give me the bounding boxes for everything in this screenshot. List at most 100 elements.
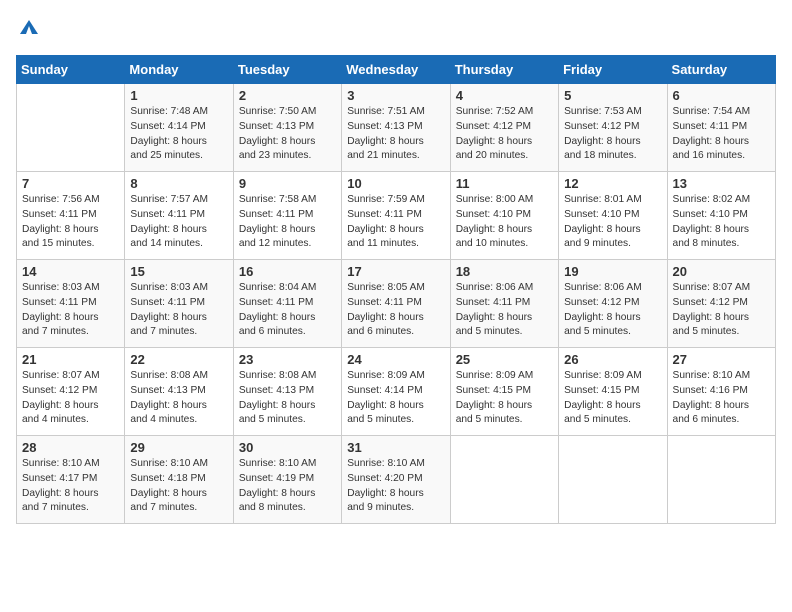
day-info: Sunrise: 7:56 AM Sunset: 4:11 PM Dayligh… bbox=[22, 193, 119, 252]
day-cell: 13 Sunrise: 8:02 AM Sunset: 4:10 PM Dayli… bbox=[667, 172, 775, 260]
day-number: 13 bbox=[673, 176, 770, 191]
day-cell: 22 Sunrise: 8:08 AM Sunset: 4:13 PM Dayli… bbox=[125, 348, 233, 436]
col-header-wednesday: Wednesday bbox=[342, 56, 450, 84]
day-info: Sunrise: 8:08 AM Sunset: 4:13 PM Dayligh… bbox=[239, 369, 336, 428]
day-number: 31 bbox=[347, 440, 444, 455]
day-cell: 30 Sunrise: 8:10 AM Sunset: 4:19 PM Dayli… bbox=[233, 436, 341, 524]
day-info: Sunrise: 8:10 AM Sunset: 4:19 PM Dayligh… bbox=[239, 457, 336, 516]
logo-icon bbox=[18, 16, 40, 38]
day-cell: 18Sunrise: 8:06 AM Sunset: 4:11 PM Dayli… bbox=[450, 260, 558, 348]
day-info: Sunrise: 7:51 AM Sunset: 4:13 PM Dayligh… bbox=[347, 105, 444, 164]
day-cell: 24 Sunrise: 8:09 AM Sunset: 4:14 PM Dayli… bbox=[342, 348, 450, 436]
day-cell: 10 Sunrise: 7:59 AM Sunset: 4:11 PM Dayli… bbox=[342, 172, 450, 260]
day-number: 27 bbox=[673, 352, 770, 367]
calendar-body: 1 Sunrise: 7:48 AM Sunset: 4:14 PM Daylig… bbox=[17, 84, 776, 524]
day-info: Sunrise: 8:01 AM Sunset: 4:10 PM Dayligh… bbox=[564, 193, 661, 252]
day-number: 15 bbox=[130, 264, 227, 279]
day-number: 20 bbox=[673, 264, 770, 279]
day-info: Sunrise: 8:06 AM Sunset: 4:12 PM Dayligh… bbox=[564, 281, 661, 340]
day-cell: 11 Sunrise: 8:00 AM Sunset: 4:10 PM Dayli… bbox=[450, 172, 558, 260]
day-info: Sunrise: 8:09 AM Sunset: 4:15 PM Dayligh… bbox=[564, 369, 661, 428]
day-number: 28 bbox=[22, 440, 119, 455]
col-header-thursday: Thursday bbox=[450, 56, 558, 84]
day-cell bbox=[667, 436, 775, 524]
day-cell: 3 Sunrise: 7:51 AM Sunset: 4:13 PM Daylig… bbox=[342, 84, 450, 172]
day-cell: 8Sunrise: 7:57 AM Sunset: 4:11 PM Daylig… bbox=[125, 172, 233, 260]
day-cell: 16Sunrise: 8:04 AM Sunset: 4:11 PM Dayli… bbox=[233, 260, 341, 348]
day-info: Sunrise: 8:06 AM Sunset: 4:11 PM Dayligh… bbox=[456, 281, 553, 340]
day-number: 22 bbox=[130, 352, 227, 367]
day-cell: 31 Sunrise: 8:10 AM Sunset: 4:20 PM Dayli… bbox=[342, 436, 450, 524]
day-cell: 5 Sunrise: 7:53 AM Sunset: 4:12 PM Daylig… bbox=[559, 84, 667, 172]
day-number: 19 bbox=[564, 264, 661, 279]
day-cell: 1 Sunrise: 7:48 AM Sunset: 4:14 PM Daylig… bbox=[125, 84, 233, 172]
day-number: 12 bbox=[564, 176, 661, 191]
day-number: 9 bbox=[239, 176, 336, 191]
calendar-header-row: SundayMondayTuesdayWednesdayThursdayFrid… bbox=[17, 56, 776, 84]
day-number: 11 bbox=[456, 176, 553, 191]
day-info: Sunrise: 8:03 AM Sunset: 4:11 PM Dayligh… bbox=[22, 281, 119, 340]
day-number: 8 bbox=[130, 176, 227, 191]
day-info: Sunrise: 7:58 AM Sunset: 4:11 PM Dayligh… bbox=[239, 193, 336, 252]
day-number: 21 bbox=[22, 352, 119, 367]
day-number: 16 bbox=[239, 264, 336, 279]
day-number: 7 bbox=[22, 176, 119, 191]
day-info: Sunrise: 7:50 AM Sunset: 4:13 PM Dayligh… bbox=[239, 105, 336, 164]
day-number: 1 bbox=[130, 88, 227, 103]
day-cell: 4Sunrise: 7:52 AM Sunset: 4:12 PM Daylig… bbox=[450, 84, 558, 172]
day-info: Sunrise: 7:54 AM Sunset: 4:11 PM Dayligh… bbox=[673, 105, 770, 164]
day-info: Sunrise: 7:59 AM Sunset: 4:11 PM Dayligh… bbox=[347, 193, 444, 252]
day-cell bbox=[559, 436, 667, 524]
week-row-4: 28 Sunrise: 8:10 AM Sunset: 4:17 PM Dayli… bbox=[17, 436, 776, 524]
day-cell: 9 Sunrise: 7:58 AM Sunset: 4:11 PM Daylig… bbox=[233, 172, 341, 260]
day-number: 23 bbox=[239, 352, 336, 367]
week-row-3: 21 Sunrise: 8:07 AM Sunset: 4:12 PM Dayli… bbox=[17, 348, 776, 436]
day-number: 17 bbox=[347, 264, 444, 279]
day-cell bbox=[450, 436, 558, 524]
day-info: Sunrise: 8:10 AM Sunset: 4:17 PM Dayligh… bbox=[22, 457, 119, 516]
day-info: Sunrise: 8:09 AM Sunset: 4:15 PM Dayligh… bbox=[456, 369, 553, 428]
day-number: 30 bbox=[239, 440, 336, 455]
day-cell: 12 Sunrise: 8:01 AM Sunset: 4:10 PM Dayli… bbox=[559, 172, 667, 260]
day-cell: 28 Sunrise: 8:10 AM Sunset: 4:17 PM Dayli… bbox=[17, 436, 125, 524]
day-info: Sunrise: 8:02 AM Sunset: 4:10 PM Dayligh… bbox=[673, 193, 770, 252]
day-cell: 19 Sunrise: 8:06 AM Sunset: 4:12 PM Dayli… bbox=[559, 260, 667, 348]
col-header-tuesday: Tuesday bbox=[233, 56, 341, 84]
col-header-sunday: Sunday bbox=[17, 56, 125, 84]
day-number: 24 bbox=[347, 352, 444, 367]
day-number: 3 bbox=[347, 88, 444, 103]
week-row-1: 7 Sunrise: 7:56 AM Sunset: 4:11 PM Daylig… bbox=[17, 172, 776, 260]
day-cell: 15 Sunrise: 8:03 AM Sunset: 4:11 PM Dayli… bbox=[125, 260, 233, 348]
day-info: Sunrise: 8:09 AM Sunset: 4:14 PM Dayligh… bbox=[347, 369, 444, 428]
day-info: Sunrise: 8:07 AM Sunset: 4:12 PM Dayligh… bbox=[22, 369, 119, 428]
day-cell: 27 Sunrise: 8:10 AM Sunset: 4:16 PM Dayli… bbox=[667, 348, 775, 436]
col-header-saturday: Saturday bbox=[667, 56, 775, 84]
day-info: Sunrise: 7:48 AM Sunset: 4:14 PM Dayligh… bbox=[130, 105, 227, 164]
day-info: Sunrise: 8:07 AM Sunset: 4:12 PM Dayligh… bbox=[673, 281, 770, 340]
day-info: Sunrise: 8:10 AM Sunset: 4:20 PM Dayligh… bbox=[347, 457, 444, 516]
logo bbox=[16, 16, 40, 43]
day-number: 10 bbox=[347, 176, 444, 191]
day-cell: 17 Sunrise: 8:05 AM Sunset: 4:11 PM Dayli… bbox=[342, 260, 450, 348]
day-cell: 25Sunrise: 8:09 AM Sunset: 4:15 PM Dayli… bbox=[450, 348, 558, 436]
day-number: 14 bbox=[22, 264, 119, 279]
day-info: Sunrise: 8:03 AM Sunset: 4:11 PM Dayligh… bbox=[130, 281, 227, 340]
day-number: 5 bbox=[564, 88, 661, 103]
calendar-table: SundayMondayTuesdayWednesdayThursdayFrid… bbox=[16, 55, 776, 524]
day-cell: 14 Sunrise: 8:03 AM Sunset: 4:11 PM Dayli… bbox=[17, 260, 125, 348]
day-info: Sunrise: 8:05 AM Sunset: 4:11 PM Dayligh… bbox=[347, 281, 444, 340]
day-info: Sunrise: 7:53 AM Sunset: 4:12 PM Dayligh… bbox=[564, 105, 661, 164]
col-header-monday: Monday bbox=[125, 56, 233, 84]
col-header-friday: Friday bbox=[559, 56, 667, 84]
day-cell: 7 Sunrise: 7:56 AM Sunset: 4:11 PM Daylig… bbox=[17, 172, 125, 260]
day-info: Sunrise: 8:08 AM Sunset: 4:13 PM Dayligh… bbox=[130, 369, 227, 428]
day-cell: 23 Sunrise: 8:08 AM Sunset: 4:13 PM Dayli… bbox=[233, 348, 341, 436]
day-number: 2 bbox=[239, 88, 336, 103]
day-number: 4 bbox=[456, 88, 553, 103]
day-cell: 26Sunrise: 8:09 AM Sunset: 4:15 PM Dayli… bbox=[559, 348, 667, 436]
page-header bbox=[16, 16, 776, 43]
day-info: Sunrise: 8:00 AM Sunset: 4:10 PM Dayligh… bbox=[456, 193, 553, 252]
day-cell: 6Sunrise: 7:54 AM Sunset: 4:11 PM Daylig… bbox=[667, 84, 775, 172]
day-cell bbox=[17, 84, 125, 172]
day-info: Sunrise: 8:10 AM Sunset: 4:16 PM Dayligh… bbox=[673, 369, 770, 428]
